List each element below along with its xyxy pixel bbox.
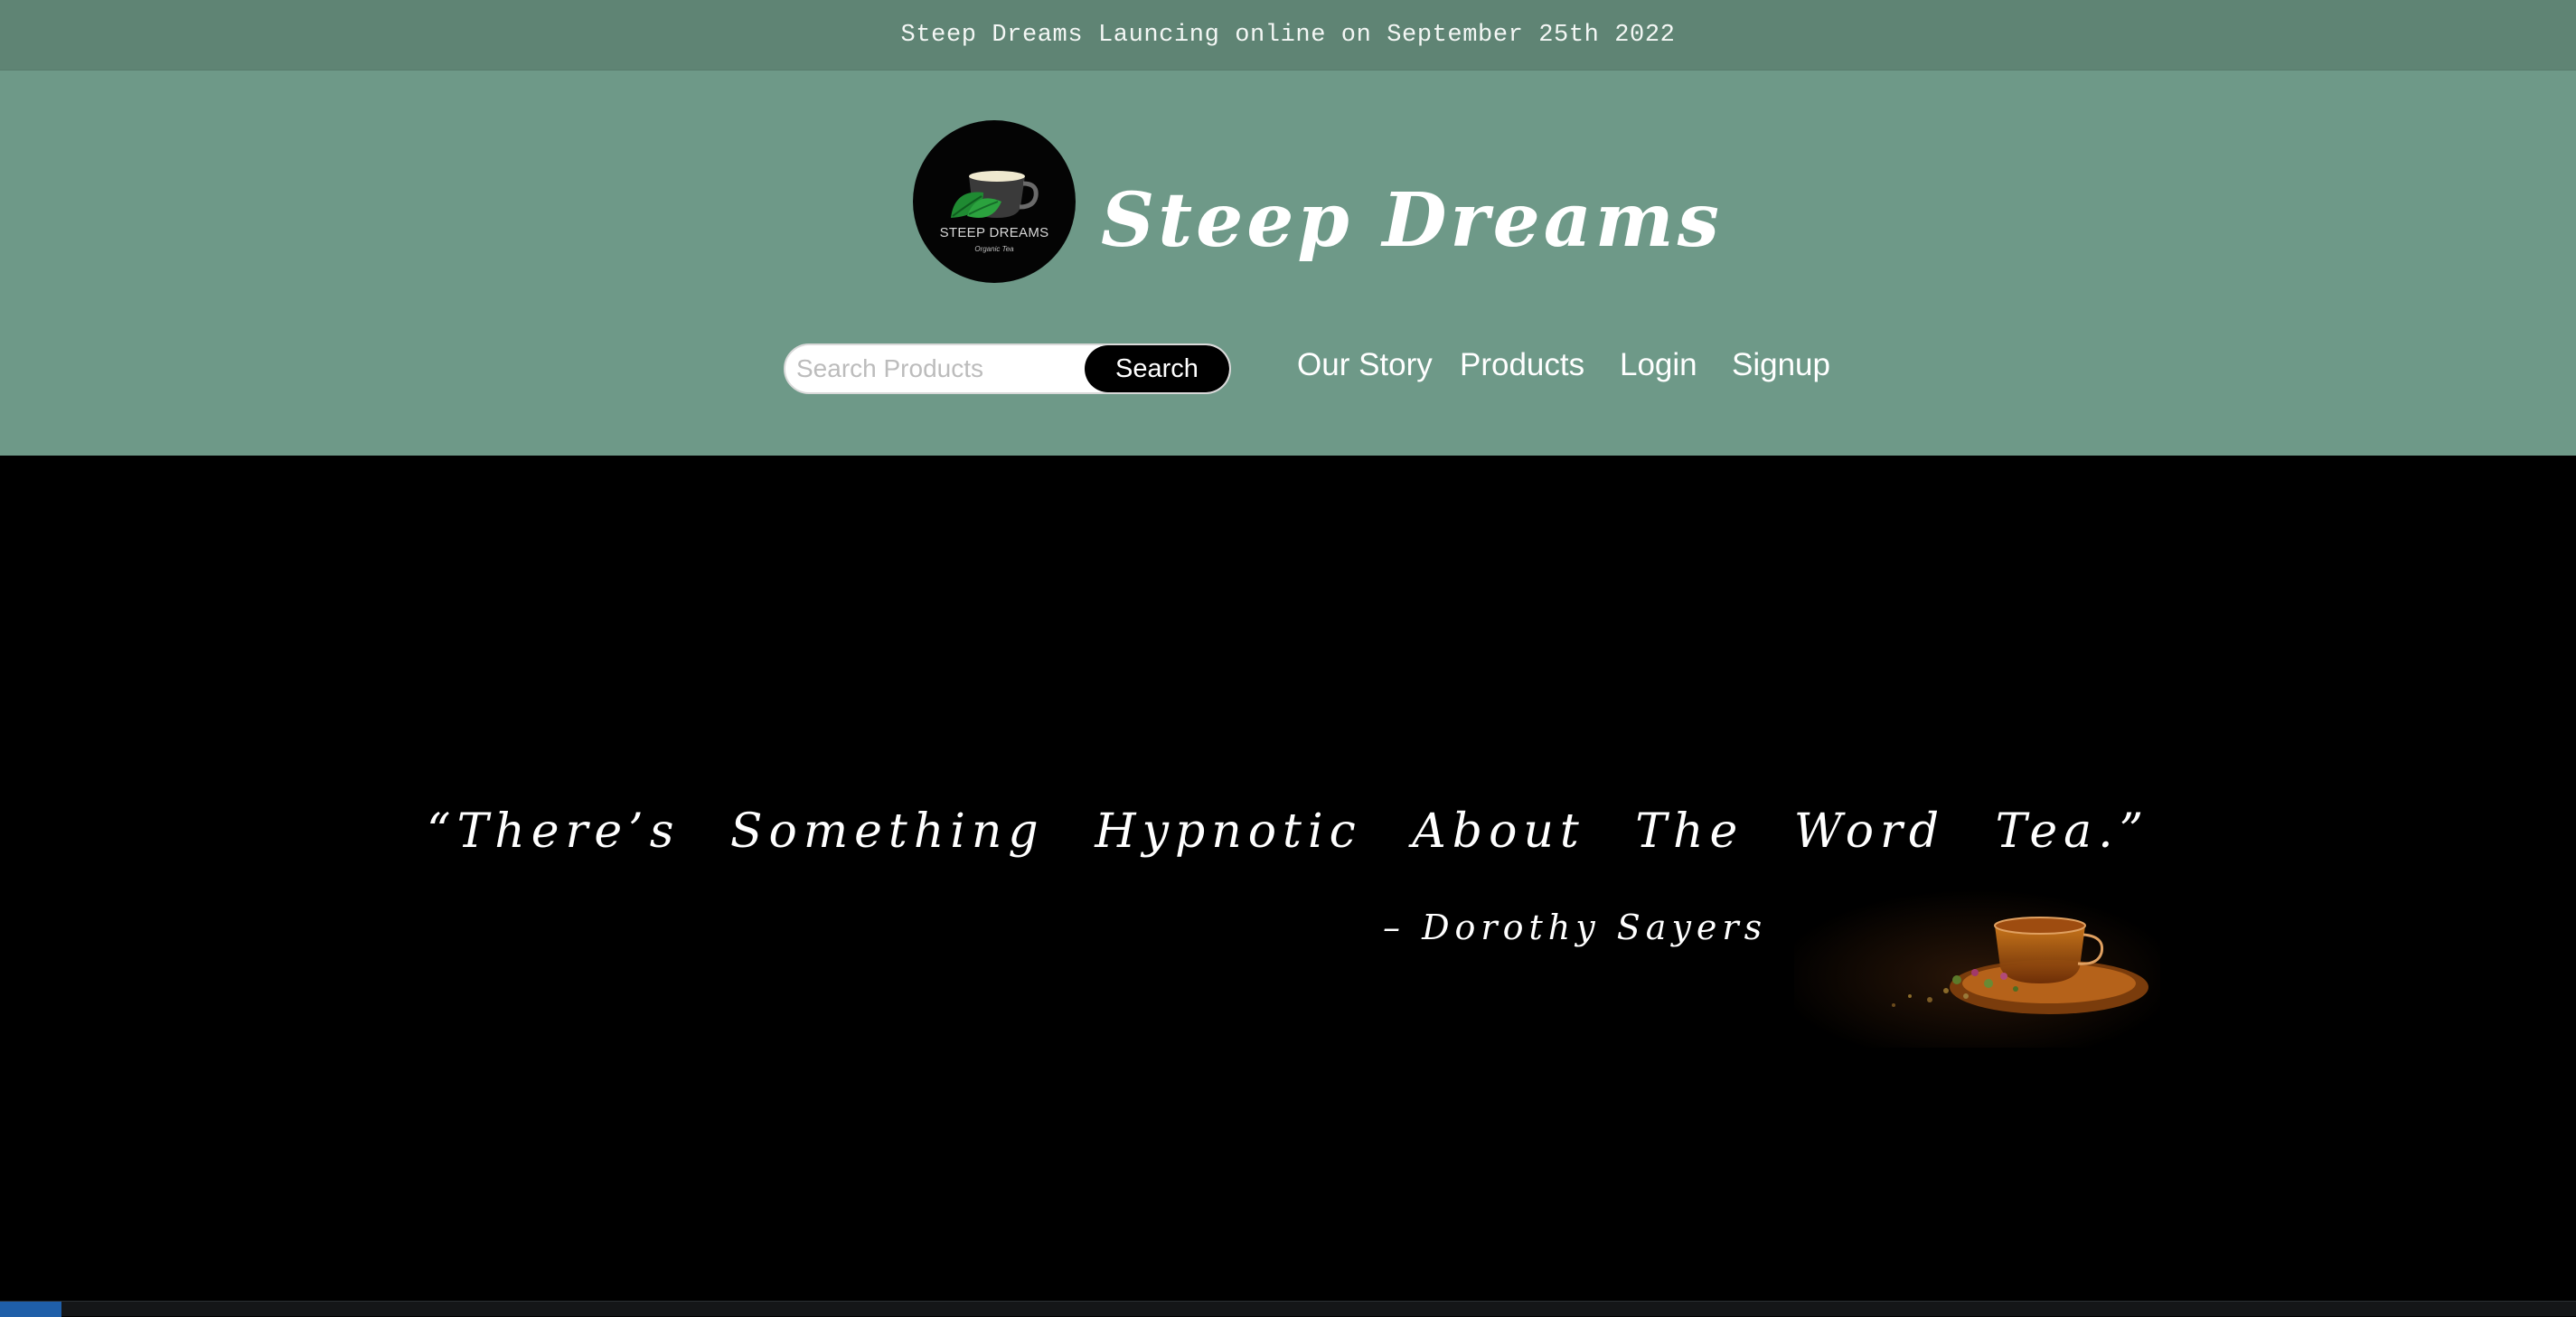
teacup-on-saucer-image bbox=[1794, 889, 2160, 1048]
nav-signup[interactable]: Signup bbox=[1732, 347, 1830, 383]
site-header: STEEP DREAMS Organic Tea Steep Dreams Se… bbox=[0, 71, 2576, 456]
search-input[interactable] bbox=[785, 345, 1084, 392]
taskbar-strip bbox=[0, 1301, 2576, 1317]
nav-products[interactable]: Products bbox=[1460, 347, 1584, 383]
logo[interactable]: STEEP DREAMS Organic Tea bbox=[913, 120, 1076, 283]
search-form: Search bbox=[784, 343, 1231, 394]
hero-quote: “There’s Something Hypnotic About The Wo… bbox=[427, 804, 2150, 859]
search-button[interactable]: Search bbox=[1085, 345, 1229, 392]
announcement-bar: Steep Dreams Launcing online on Septembe… bbox=[0, 0, 2576, 71]
announcement-text: Steep Dreams Launcing online on Septembe… bbox=[900, 21, 1676, 49]
logo-tagline: Organic Tea bbox=[974, 245, 1014, 253]
taskbar-start[interactable] bbox=[0, 1302, 61, 1317]
quote-author: – Dorothy Sayers bbox=[1383, 908, 1768, 947]
teacup-leaves-icon bbox=[951, 171, 1039, 218]
brand-title[interactable]: Steep Dreams bbox=[1101, 177, 1723, 264]
nav-our-story[interactable]: Our Story bbox=[1297, 347, 1433, 383]
hero-section: “There’s Something Hypnotic About The Wo… bbox=[0, 456, 2576, 1301]
logo-name: STEEP DREAMS bbox=[939, 225, 1049, 240]
nav-login[interactable]: Login bbox=[1620, 347, 1697, 383]
